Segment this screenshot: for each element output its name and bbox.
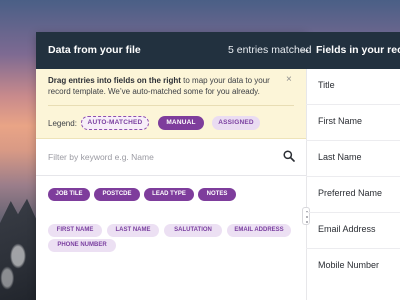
arrow-right-icon: → bbox=[298, 41, 311, 56]
close-notice-button[interactable]: × bbox=[286, 74, 292, 85]
legend-label: Legend: bbox=[48, 119, 77, 128]
field-row-last-name[interactable]: Last Name bbox=[306, 141, 400, 177]
assigned-tag-email-address[interactable]: EMAIL ADDRESS bbox=[227, 224, 291, 237]
manual-tag-job-tile[interactable]: JOB TILE bbox=[48, 188, 90, 201]
field-label: Title bbox=[318, 80, 335, 90]
fields-panel-title: Fields in your record bbox=[316, 44, 400, 56]
info-notice: Drag entries into fields on the right to… bbox=[36, 69, 306, 139]
field-label: Preferred Name bbox=[318, 188, 383, 198]
field-row-title[interactable]: Title bbox=[306, 69, 400, 105]
assigned-tag-last-name[interactable]: LAST NAME bbox=[107, 224, 159, 237]
field-label: Email Address bbox=[318, 224, 376, 234]
notice-divider bbox=[48, 105, 294, 106]
field-label: Last Name bbox=[318, 152, 362, 162]
assigned-tag-first-name[interactable]: FIRST NAME bbox=[48, 224, 102, 237]
notice-bold-text: Drag entries into fields on the right bbox=[48, 76, 181, 85]
header-bar: Data from your file 5 entries matched → … bbox=[36, 32, 400, 69]
filter-bar: Filter by keyword e.g. Name bbox=[36, 139, 306, 176]
field-label: First Name bbox=[318, 116, 363, 126]
field-row-first-name[interactable]: First Name bbox=[306, 105, 400, 141]
filter-input[interactable]: Filter by keyword e.g. Name bbox=[48, 152, 154, 162]
field-label: Mobile Number bbox=[318, 260, 380, 270]
notice-message: Drag entries into fields on the right to… bbox=[48, 75, 288, 97]
manual-tag-postcde[interactable]: POSTCDE bbox=[94, 188, 140, 201]
assigned-tag-salutation[interactable]: SALUTATION bbox=[164, 224, 222, 237]
field-row-preferred-name[interactable]: Preferred Name bbox=[306, 177, 400, 213]
legend-auto-matched: AUTO-MATCHED bbox=[81, 116, 149, 130]
manual-tag-lead-type[interactable]: LEAD TYPE bbox=[144, 188, 194, 201]
assigned-tag-phone-number[interactable]: PHONE NUMBER bbox=[48, 239, 116, 252]
source-panel-title: Data from your file bbox=[48, 44, 141, 56]
field-row-email-address[interactable]: Email Address bbox=[306, 213, 400, 249]
field-row-mobile-number[interactable]: Mobile Number bbox=[306, 249, 400, 285]
search-icon[interactable] bbox=[283, 150, 295, 162]
legend-assigned: ASSIGNED bbox=[212, 116, 260, 130]
legend-manual: MANUAL bbox=[158, 116, 204, 130]
manual-tag-notes[interactable]: NOTES bbox=[198, 188, 236, 201]
